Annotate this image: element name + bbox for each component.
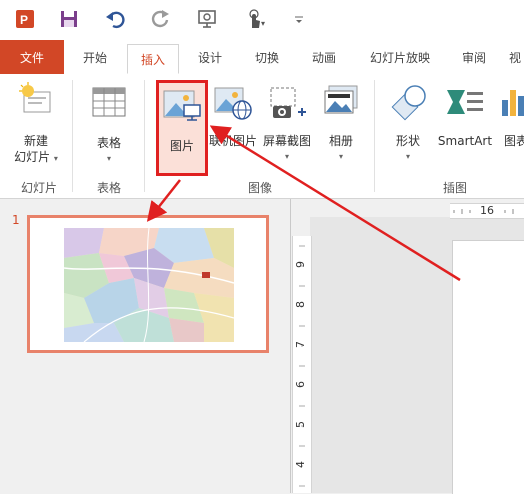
arrow-to-slide-thumbnail [146, 179, 181, 222]
arrow-to-pictures-button [209, 125, 461, 282]
annotation-arrows [146, 125, 461, 282]
